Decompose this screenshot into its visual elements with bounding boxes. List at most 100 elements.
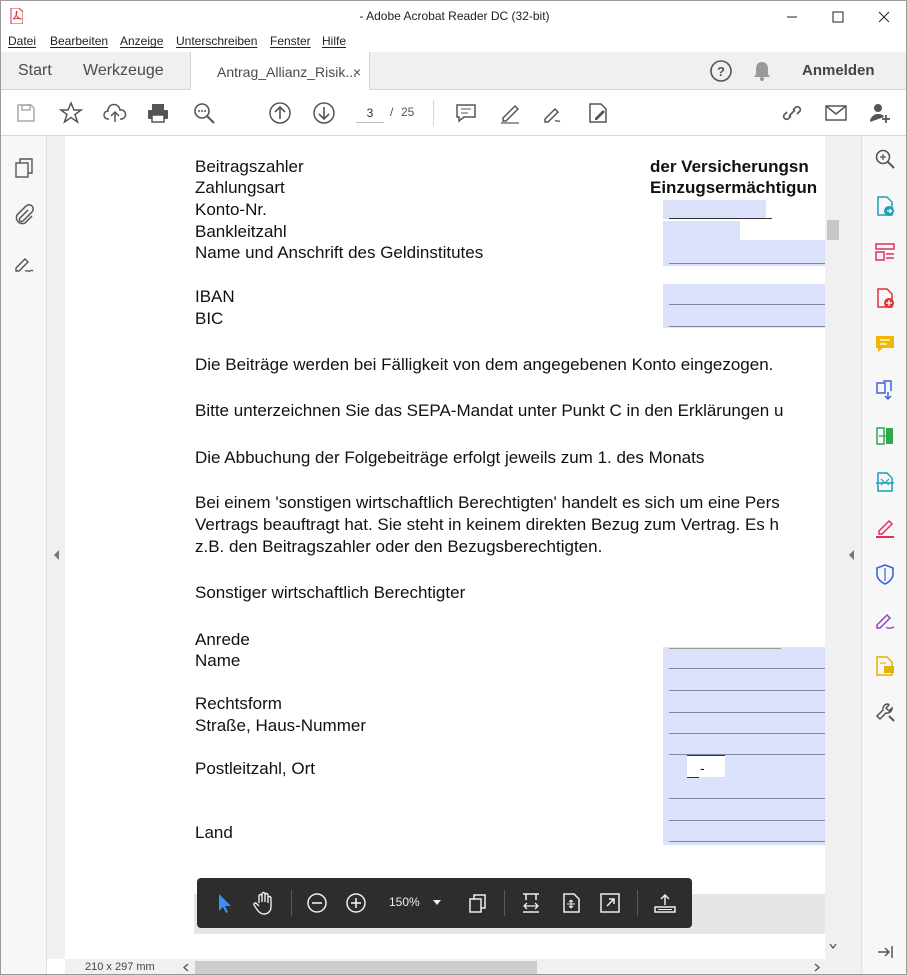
menu-hilfe[interactable]: Hilfe xyxy=(322,34,346,48)
scan-ocr-button[interactable] xyxy=(872,469,898,495)
save-icon xyxy=(17,104,35,122)
chevron-down-icon[interactable] xyxy=(433,900,441,906)
chevron-down-icon[interactable] xyxy=(829,942,837,950)
tab-document[interactable]: Antrag_Allianz_Risik... × xyxy=(190,52,370,91)
comment-tool-button[interactable] xyxy=(872,331,898,357)
help-button[interactable]: ? xyxy=(709,59,733,83)
search-button[interactable] xyxy=(191,100,217,126)
menu-datei[interactable]: Datei xyxy=(8,34,36,48)
svg-text:?: ? xyxy=(717,64,725,79)
para-debit: Die Beiträge werden bei Fälligkeit von d… xyxy=(195,355,774,374)
select-tool-button[interactable] xyxy=(211,890,237,916)
upload-button[interactable] xyxy=(102,100,128,126)
minimize-button[interactable] xyxy=(769,1,815,32)
compare-icon xyxy=(876,427,893,445)
previous-page-button[interactable] xyxy=(267,100,293,126)
zoom-in-button[interactable] xyxy=(343,890,369,916)
beneficiary-fields[interactable] xyxy=(663,647,825,845)
upload-tray-icon xyxy=(654,893,676,913)
menu-anzeige[interactable]: Anzeige xyxy=(120,34,163,48)
export-pdf-button[interactable] xyxy=(872,193,898,219)
close-window-button[interactable] xyxy=(861,1,906,32)
comment-button[interactable] xyxy=(453,100,479,126)
page-thumbnails-button[interactable] xyxy=(11,155,37,181)
right-panel-collapse[interactable] xyxy=(841,136,861,959)
search-tool-button[interactable] xyxy=(872,146,898,172)
bank-code-field[interactable] xyxy=(663,221,740,240)
more-tools-button[interactable] xyxy=(872,699,898,725)
tab-tools[interactable]: Werkzeuge xyxy=(83,52,164,90)
zoom-out-button[interactable] xyxy=(304,890,330,916)
highlight-button[interactable] xyxy=(497,100,523,126)
sign-button[interactable] xyxy=(540,100,566,126)
redact-marker-icon xyxy=(876,519,894,538)
paperclip-icon xyxy=(15,204,34,225)
zoom-in-icon xyxy=(346,893,366,913)
next-page-button[interactable] xyxy=(311,100,337,126)
add-user-button[interactable] xyxy=(867,100,893,126)
page-view-button[interactable] xyxy=(465,890,491,916)
signature-pen-icon xyxy=(876,613,895,629)
print-button[interactable] xyxy=(145,100,171,126)
compare-files-button[interactable] xyxy=(872,423,898,449)
label-payment-method: Zahlungsart xyxy=(195,178,285,197)
postcode-box[interactable] xyxy=(687,756,725,777)
comment-icon xyxy=(876,336,894,352)
bell-icon xyxy=(754,62,770,81)
create-pdf-button[interactable] xyxy=(872,285,898,311)
menu-bearbeiten[interactable]: Bearbeiten xyxy=(50,34,108,48)
document-edit-icon xyxy=(589,103,607,123)
menu-unterschreiben[interactable]: Unterschreiben xyxy=(176,34,257,48)
horizontal-scroll-thumb[interactable] xyxy=(195,961,537,974)
label-legal-form: Rechtsform xyxy=(195,694,282,713)
notifications-button[interactable] xyxy=(750,59,774,83)
chevron-right-icon[interactable] xyxy=(813,963,821,972)
title-bar: - Adobe Acrobat Reader DC (32-bit) xyxy=(1,1,906,32)
label-street: Straße, Haus-Nummer xyxy=(195,716,366,735)
account-number-field[interactable] xyxy=(663,200,766,219)
vertical-scrollbar[interactable] xyxy=(825,136,841,959)
expand-icon xyxy=(600,893,620,913)
fit-width-button[interactable] xyxy=(518,890,544,916)
combine-files-icon xyxy=(876,380,892,401)
left-panel-collapse[interactable] xyxy=(47,136,65,959)
star-icon xyxy=(59,101,83,124)
iban-bic-field[interactable] xyxy=(663,284,825,328)
attachments-button[interactable] xyxy=(11,202,37,228)
read-mode-button[interactable] xyxy=(652,890,678,916)
document-page[interactable]: Beitragszahler der Versicherungsn Zahlun… xyxy=(65,136,825,959)
field-underline xyxy=(669,648,781,649)
zoom-level-select[interactable]: 150% xyxy=(389,895,420,909)
fill-sign-tool-button[interactable] xyxy=(872,607,898,633)
fit-page-button[interactable] xyxy=(558,890,584,916)
organize-pages-button[interactable] xyxy=(872,239,898,265)
label-bank-code: Bankleitzahl xyxy=(195,222,287,241)
field-underline xyxy=(669,326,825,327)
send-for-comments-button[interactable] xyxy=(872,653,898,679)
page-number-input[interactable]: 3 xyxy=(356,103,384,123)
protect-button[interactable] xyxy=(872,561,898,587)
bookmark-button[interactable] xyxy=(58,100,84,126)
acrobat-window: - Adobe Acrobat Reader DC (32-bit) Datei… xyxy=(0,0,907,975)
envelope-icon xyxy=(825,105,847,121)
signin-button[interactable]: Anmelden xyxy=(802,62,875,79)
full-screen-button[interactable] xyxy=(597,890,623,916)
maximize-button[interactable] xyxy=(815,1,861,32)
hand-tool-button[interactable] xyxy=(250,890,276,916)
page-size-label: 210 x 297 mm xyxy=(85,961,155,973)
combine-files-button[interactable] xyxy=(872,377,898,403)
main-toolbar: 3 / 25 xyxy=(1,90,906,136)
menu-fenster[interactable]: Fenster xyxy=(270,34,311,48)
fill-sign-button[interactable] xyxy=(585,100,611,126)
tab-start[interactable]: Start xyxy=(18,52,52,90)
vertical-scroll-thumb[interactable] xyxy=(827,220,839,240)
save-button[interactable] xyxy=(13,100,39,126)
tab-close-button[interactable]: × xyxy=(353,64,361,80)
cloud-upload-icon xyxy=(103,103,127,122)
chevron-left-icon[interactable] xyxy=(182,963,190,972)
signatures-panel-button[interactable] xyxy=(11,250,37,276)
expand-panel-button[interactable] xyxy=(872,939,898,965)
share-link-button[interactable] xyxy=(779,100,805,126)
redact-button[interactable] xyxy=(872,515,898,541)
email-button[interactable] xyxy=(823,100,849,126)
